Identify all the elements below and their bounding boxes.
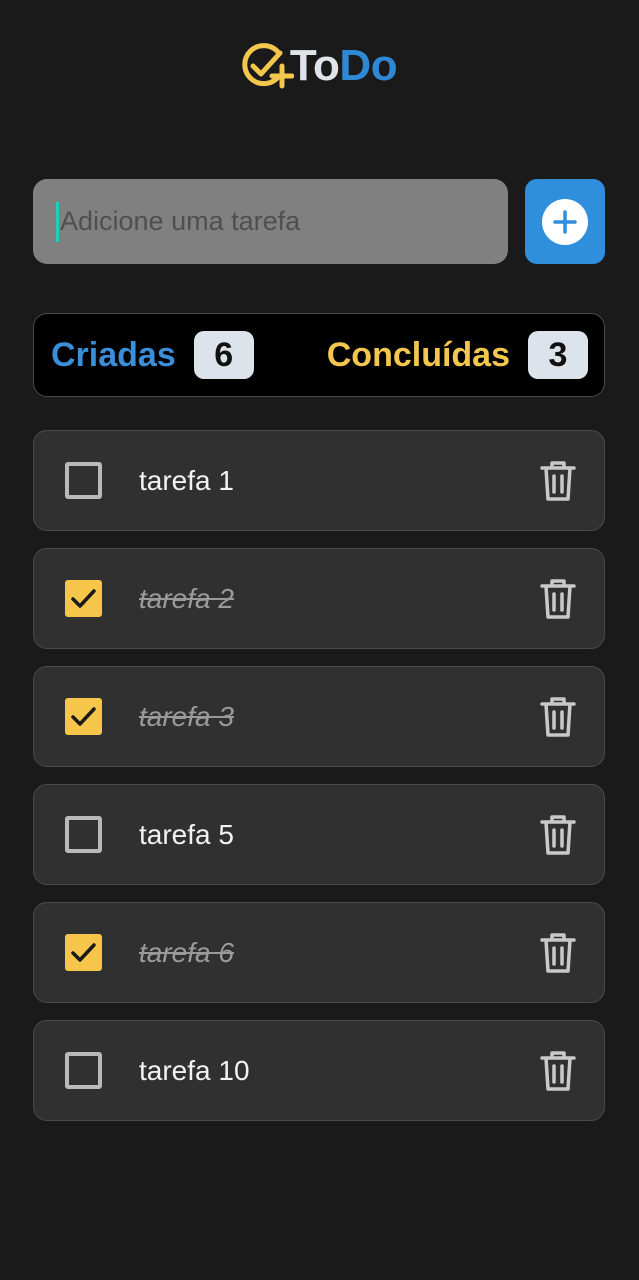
plus-circle-icon — [542, 198, 588, 245]
task-text: tarefa 3 — [139, 701, 234, 732]
task-item: tarefa 10 — [33, 1020, 605, 1121]
text-caret — [56, 201, 59, 242]
trash-icon[interactable] — [539, 577, 577, 621]
trash-icon[interactable] — [539, 459, 577, 503]
logo-text-do: Do — [339, 41, 398, 90]
task-text: tarefa 10 — [139, 1055, 250, 1086]
task-checkbox[interactable] — [65, 934, 102, 971]
task-item: tarefa 5 — [33, 784, 605, 885]
task-checkbox[interactable] — [65, 580, 102, 617]
done-count-badge: 3 — [528, 331, 588, 379]
created-counter: Criadas 6 — [51, 331, 254, 379]
created-count-badge: 6 — [193, 331, 254, 379]
task-item: tarefa 1 — [33, 430, 605, 531]
trash-icon[interactable] — [539, 1049, 577, 1093]
task-text: tarefa 5 — [139, 819, 234, 850]
new-task-field[interactable] — [33, 179, 508, 264]
trash-icon[interactable] — [539, 813, 577, 857]
task-checkbox[interactable] — [65, 698, 102, 735]
task-text: tarefa 6 — [139, 937, 234, 968]
created-label: Criadas — [51, 335, 176, 374]
task-checkbox[interactable] — [65, 462, 102, 499]
trash-icon[interactable] — [539, 695, 577, 739]
logo-text-to: To — [289, 41, 340, 90]
task-text: tarefa 2 — [139, 583, 234, 614]
task-item: tarefa 2 — [33, 548, 605, 649]
add-task-button[interactable] — [525, 179, 605, 264]
task-text: tarefa 1 — [139, 465, 234, 496]
task-checkbox[interactable] — [65, 1052, 102, 1089]
task-item: tarefa 6 — [33, 902, 605, 1003]
done-counter: Concluídas 3 — [327, 331, 588, 379]
done-label: Concluídas — [326, 335, 510, 374]
trash-icon[interactable] — [539, 931, 577, 975]
task-checkbox[interactable] — [65, 816, 102, 853]
task-item: tarefa 3 — [33, 666, 605, 767]
task-counters: Criadas 6 Concluídas 3 — [33, 313, 605, 397]
check-circle-plus-icon — [242, 43, 294, 89]
todo-app: To Do Criadas 6 Concluídas 3 tarefa 1 — [0, 0, 639, 1280]
new-task-input[interactable] — [60, 206, 480, 237]
app-logo: To Do — [0, 40, 639, 92]
